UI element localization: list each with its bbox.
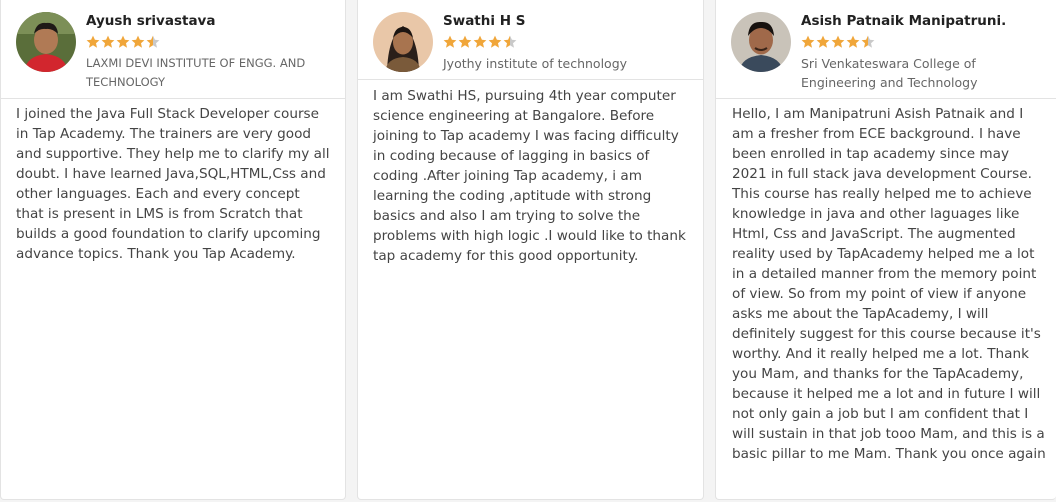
avatar-photo xyxy=(373,12,433,72)
avatar xyxy=(16,12,76,72)
star-icon xyxy=(801,35,815,48)
review-card: Swathi H S Jyothy institute of technolog… xyxy=(357,0,704,500)
review-card-header: Ayush srivastava LAXMI DEVI INSTITUTE OF… xyxy=(1,0,345,99)
review-text: I joined the Java Full Stack Developer c… xyxy=(16,106,330,262)
review-text: Hello, I am Manipatruni Asish Patnaik an… xyxy=(732,106,1046,462)
review-card: Ayush srivastava LAXMI DEVI INSTITUTE OF… xyxy=(0,0,346,500)
avatar-photo xyxy=(731,12,791,72)
testimonials-row: Ayush srivastava LAXMI DEVI INSTITUTE OF… xyxy=(0,0,1056,502)
star-icon xyxy=(831,35,845,48)
star-icon xyxy=(116,35,130,48)
reviewer-name: Ayush srivastava xyxy=(86,13,216,29)
reviewer-institution: Jyothy institute of technology xyxy=(443,56,628,71)
star-icon xyxy=(861,35,875,48)
star-icon xyxy=(458,35,472,48)
star-icon xyxy=(503,35,517,48)
star-icon xyxy=(488,35,502,48)
avatar xyxy=(373,12,433,72)
star-rating xyxy=(801,35,875,51)
review-card-header: Asish Patnaik Manipatruni. Sri Venkatesw… xyxy=(716,0,1056,99)
star-icon xyxy=(846,35,860,48)
review-card: Asish Patnaik Manipatruni. Sri Venkatesw… xyxy=(715,0,1056,500)
star-icon xyxy=(101,35,115,48)
star-icon xyxy=(816,35,830,48)
star-icon xyxy=(473,35,487,48)
star-rating xyxy=(443,35,517,51)
avatar xyxy=(731,12,791,72)
review-card-header: Swathi H S Jyothy institute of technolog… xyxy=(358,0,703,80)
reviewer-name: Asish Patnaik Manipatruni. xyxy=(801,13,1007,29)
star-icon xyxy=(443,35,457,48)
reviewer-institution: LAXMI DEVI INSTITUTE OF ENGG. AND TECHNO… xyxy=(86,56,306,89)
reviewer-institution: Sri Venkateswara College of Engineering … xyxy=(801,56,978,90)
star-rating xyxy=(86,35,160,51)
reviewer-name: Swathi H S xyxy=(443,13,526,29)
review-text: I am Swathi HS, pursuing 4th year comput… xyxy=(373,88,686,264)
star-icon xyxy=(131,35,145,48)
star-icon xyxy=(86,35,100,48)
avatar-photo xyxy=(16,12,76,72)
star-icon xyxy=(146,35,160,48)
